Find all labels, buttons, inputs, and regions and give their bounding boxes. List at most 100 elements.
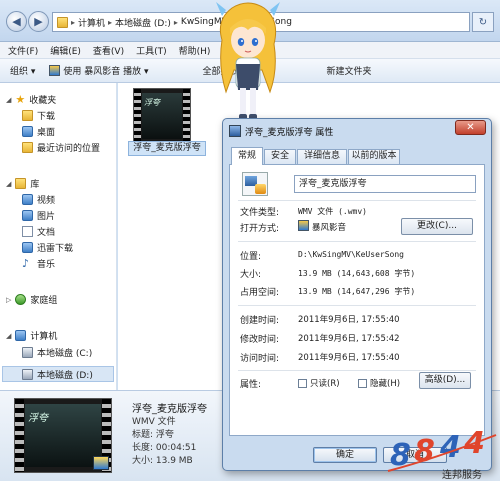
nav-desktop-label: 桌面 [37,128,56,138]
file-name-label[interactable]: 浮夸_麦克版浮夸 [128,141,206,156]
player-icon [255,184,266,194]
nav-drive-d[interactable]: 本地磁盘 (D:) [22,368,93,381]
music-note-icon: ♪ [22,257,30,270]
readonly-checkbox[interactable] [298,379,307,388]
nav-homegroup[interactable]: ▷ 家庭组 [6,293,57,306]
player-badge-icon [93,456,109,470]
modified-value: 2011年9月6日, 17:55:42 [298,334,400,344]
file-type-label: 文件类型: [240,208,280,218]
film-strip-left [134,89,141,143]
nav-thunder-downloads[interactable]: 迅雷下载 [22,241,73,254]
divider [238,241,476,242]
menu-edit[interactable]: 编辑(E) [50,44,81,57]
nav-drive-c[interactable]: 本地磁盘 (C:) [22,346,92,359]
breadcrumb-drive-d[interactable]: 本地磁盘 (D:) [115,16,171,29]
watermark-caption: 连邦服务 [442,470,482,481]
nav-computer-label: 计算机 [30,332,58,342]
film-strip-right [183,89,190,143]
nav-homegroup-label: 家庭组 [30,296,58,306]
organize-button[interactable]: 组织 ▾ [10,64,35,77]
tab-previous-versions[interactable]: 以前的版本 [348,149,400,164]
back-button[interactable]: ◀ [6,11,27,32]
nav-recent[interactable]: 最近访问的位置 [22,141,100,154]
size-on-disk-label: 占用空间: [240,288,280,298]
nav-videos-label: 视频 [37,196,56,206]
svg-text:4: 4 [439,430,461,465]
desktop-icon [22,126,33,137]
size-label: 大小: [240,270,262,280]
video-library-icon [22,194,33,205]
wmv-file-icon [229,125,241,137]
folder-icon [57,16,68,28]
details-file-type: WMV 文件 [132,417,176,427]
new-folder-button[interactable]: 新建文件夹 [327,64,372,77]
menu-view[interactable]: 查看(V) [93,44,124,57]
nav-desktop[interactable]: 桌面 [22,125,55,138]
accessed-value: 2011年9月6日, 17:55:40 [298,353,400,363]
menu-file[interactable]: 文件(F) [8,44,38,57]
nav-recent-label: 最近访问的位置 [37,144,101,154]
created-label: 创建时间: [240,316,280,326]
close-button[interactable]: ✕ [455,120,486,135]
size-on-disk-value: 13.9 MB (14,647,296 字节) [298,287,416,296]
size-value: 13.9 MB (14,643,608 字节) [298,269,416,278]
nav-downloads[interactable]: 下载 [22,109,55,122]
tab-general[interactable]: 常规 [231,147,263,165]
play-with-button[interactable]: 使用 暴风影音 播放 ▾ [49,64,149,77]
forward-button[interactable]: ▶ [28,11,49,32]
nav-downloads-label: 下载 [37,112,56,122]
collapse-icon: ◢ [6,179,12,188]
menu-help[interactable]: 帮助(H) [179,44,211,57]
nav-videos[interactable]: 视频 [22,193,55,206]
nav-computer[interactable]: ◢ 计算机 [6,329,57,342]
new-folder-label: 新建文件夹 [326,67,372,77]
menu-tools[interactable]: 工具(T) [136,44,167,57]
organize-label: 组织 ▾ [10,67,36,77]
modified-label: 修改时间: [240,335,280,345]
nav-favorites[interactable]: ◢ ★ 收藏夹 [6,93,56,106]
video-file-thumbnail[interactable]: 浮夸 [133,88,191,144]
collapse-icon: ◢ [6,95,12,104]
change-button[interactable]: 更改(C)... [401,218,473,235]
svg-text:8: 8 [414,434,435,469]
dialog-title-bar[interactable]: 浮夸_麦克版浮夸 属性 ✕ [223,119,491,143]
hidden-checkbox[interactable] [358,379,367,388]
expand-icon: ▷ [6,295,12,304]
nav-favorites-label: 收藏夹 [29,96,57,106]
nav-music-label: 音乐 [37,260,56,270]
star-icon: ★ [15,93,26,106]
ok-button[interactable]: 确定 [313,447,377,463]
nav-libraries[interactable]: ◢ 库 [6,177,39,190]
refresh-button[interactable]: ↻ [472,12,494,32]
general-tab-panel: 浮夸_麦克版浮夸 文件类型: WMV 文件 (.wmv) 打开方式: 暴风影音 … [229,164,485,436]
nav-pictures[interactable]: 图片 [22,209,55,222]
drive-icon [22,347,33,358]
details-size: 大小: 13.9 MB [132,456,193,466]
accessed-label: 访问时间: [240,354,280,364]
homegroup-icon [15,294,27,305]
thumbnail-caption: 浮夸 [28,413,48,424]
dialog-title: 浮夸_麦克版浮夸 属性 [245,128,334,138]
nav-thunder-label: 迅雷下载 [37,244,74,254]
file-type-value: WMV 文件 (.wmv) [298,207,367,216]
thunder-download-icon [22,242,33,253]
film-strip-left [15,399,24,472]
properties-dialog: 浮夸_麦克版浮夸 属性 ✕ 常规 安全 详细信息 以前的版本 浮夸_麦克版浮夸 … [222,118,492,471]
tab-security[interactable]: 安全 [264,149,296,164]
created-value: 2011年9月6日, 17:55:40 [298,315,400,325]
details-length: 长度: 00:04:51 [132,443,197,453]
thumbnail-caption: 浮夸 [144,98,160,107]
collapse-icon: ◢ [6,331,12,340]
divider [238,370,476,371]
file-name-field[interactable]: 浮夸_麦克版浮夸 [294,175,476,193]
wmv-file-icon [242,172,268,196]
tab-details[interactable]: 详细信息 [297,149,347,164]
recent-places-icon [22,142,33,153]
document-library-icon [22,226,33,237]
nav-documents[interactable]: 文档 [22,225,55,238]
location-value: D:\KwSingMV\KeUserSong [298,250,404,259]
nav-pictures-label: 图片 [37,212,56,222]
nav-music[interactable]: ♪ 音乐 [22,257,55,270]
breadcrumb-computer[interactable]: 计算机 [78,16,105,29]
advanced-button[interactable]: 高级(D)... [419,372,471,389]
